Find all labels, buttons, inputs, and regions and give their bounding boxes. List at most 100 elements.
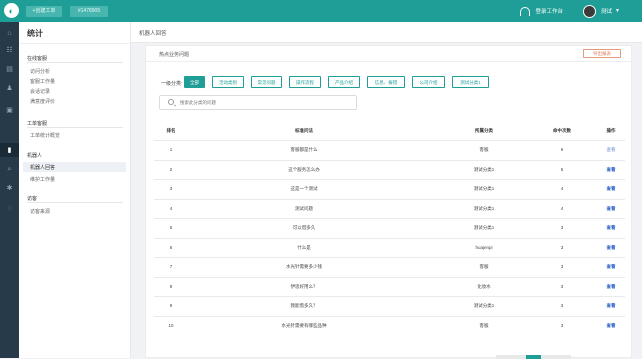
cell-category: 客服 xyxy=(479,264,489,269)
divider xyxy=(27,127,123,128)
sidebar-item-ticket-overview[interactable]: 工单统计概览 xyxy=(30,132,60,139)
sidebar-item-session-records[interactable]: 会话记录 xyxy=(30,88,50,95)
document-icon[interactable]: ▤ xyxy=(5,65,14,74)
cell-question: 我能借多久？ xyxy=(290,303,318,308)
gear-icon[interactable]: ✱ xyxy=(5,184,14,193)
view-button[interactable]: 查看 xyxy=(600,225,622,231)
sidebar-item-visitor-source[interactable]: 访客来源 xyxy=(30,208,50,215)
workbench-link[interactable]: 登录工作台 xyxy=(536,7,564,15)
view-button[interactable]: 查看 xyxy=(600,147,622,153)
avatar[interactable] xyxy=(583,4,597,18)
chip-product[interactable]: 产品介绍 xyxy=(328,76,360,88)
cell-category: huajenpi xyxy=(475,244,493,250)
section-robot: 机器人 xyxy=(27,153,43,159)
cell-category: 测试分类1 xyxy=(473,186,495,191)
cell-rank: 8 xyxy=(169,283,173,289)
cell-category: 测试分类1 xyxy=(473,303,495,308)
view-button[interactable]: 查看 xyxy=(600,245,622,251)
category-filter-label: 一级分类: xyxy=(161,81,183,87)
search-input[interactable] xyxy=(180,100,350,105)
view-button[interactable]: 查看 xyxy=(600,323,622,329)
grid-icon[interactable]: ☷ xyxy=(5,46,14,55)
cell-hits: 4 xyxy=(560,205,564,211)
cell-hits: 3 xyxy=(560,264,564,269)
lock-icon[interactable]: ▣ xyxy=(5,106,14,115)
cell-rank: 2 xyxy=(169,166,173,172)
sidebar-item-visit-analysis[interactable]: 访问分析 xyxy=(30,68,50,75)
header-question: 标准问法 xyxy=(295,128,313,133)
export-report-button[interactable]: 导出报表 xyxy=(583,49,621,58)
cell-rank: 4 xyxy=(169,205,173,211)
cell-hits: 3 xyxy=(560,225,564,230)
user-icon[interactable]: ♟ xyxy=(5,84,14,93)
chart-icon[interactable]: ▮ xyxy=(5,146,14,155)
cell-category: 测试分类1 xyxy=(473,225,495,230)
divider xyxy=(27,202,123,203)
top-bar: ◐ +创建工单 #1478905 登录工作台 测试 ▼ xyxy=(0,0,642,22)
pager-current[interactable] xyxy=(526,355,541,359)
circle-icon[interactable]: ◌ xyxy=(5,204,14,213)
pager-prev[interactable] xyxy=(496,355,526,359)
header-hits: 命中次数 xyxy=(553,128,571,133)
hot-questions-card: 热点业务问题 导出报表 一级分类: 全部 活动类别 常见问题 操作流程 产品介绍… xyxy=(145,45,633,359)
cell-rank: 6 xyxy=(169,244,173,250)
chip-test-category[interactable]: 测试分类1 xyxy=(452,76,489,88)
cell-hits: 6 xyxy=(560,147,564,152)
header-action: 操作 xyxy=(606,128,616,133)
view-button[interactable]: 查看 xyxy=(600,167,622,173)
chip-all[interactable]: 全部 xyxy=(184,76,205,88)
search-icon xyxy=(168,99,174,105)
cell-question: 测试问题 xyxy=(295,205,313,211)
header-rank: 排名 xyxy=(166,128,176,133)
view-button[interactable]: 查看 xyxy=(600,206,622,212)
table-row: 4 测试问题 测试分类1 4 查看 xyxy=(154,198,625,218)
table-row: 7 水光针需要多少钱 客服 3 查看 xyxy=(154,257,625,276)
chip-company[interactable]: 公司介绍 xyxy=(412,76,445,88)
ticket-id-button[interactable]: #1478905 xyxy=(70,6,108,17)
section-ticket-service: 工单客服 xyxy=(27,121,48,127)
cell-rank: 10 xyxy=(168,322,174,328)
table-row: 3 这是一个测试 测试分类1 4 查看 xyxy=(154,179,625,198)
user-name[interactable]: 测试 xyxy=(601,7,612,15)
cell-question: 水光针需要有哪些品种 xyxy=(281,322,327,328)
card-title: 热点业务问题 xyxy=(159,52,190,58)
sidebar-item-agent-workload[interactable]: 客服工作量 xyxy=(30,78,55,85)
view-button[interactable]: 查看 xyxy=(600,186,622,192)
home-icon[interactable]: ⌂ xyxy=(5,29,14,38)
app-logo-icon: ◐ xyxy=(4,3,19,18)
table-row: 8 伊思好用么？ 化妆水 3 查看 xyxy=(154,276,625,296)
chip-process[interactable]: 操作流程 xyxy=(289,76,321,88)
headset-icon[interactable] xyxy=(519,6,530,16)
cell-rank: 9 xyxy=(169,303,173,308)
cell-category: 化妆水 xyxy=(477,283,491,289)
view-button[interactable]: 查看 xyxy=(600,284,622,290)
cell-hits: 3 xyxy=(560,244,564,250)
cell-question: 客服都是什么 xyxy=(290,147,318,152)
stats-sidebar: 统计 在线客服 访问分析 客服工作量 会话记录 满意度评价 工单客服 工单统计概… xyxy=(19,22,131,358)
sidebar-title: 统计 xyxy=(27,29,43,38)
cell-question: 这是一个测试 xyxy=(290,186,318,191)
chip-faq[interactable]: 常见问题 xyxy=(251,76,282,88)
cell-hits: 5 xyxy=(560,166,564,172)
table-row: 1 客服都是什么 客服 6 查看 xyxy=(154,140,625,159)
chip-info-errors[interactable]: 信息、报错 xyxy=(367,76,405,88)
create-ticket-button[interactable]: +创建工单 xyxy=(26,6,62,17)
cell-hits: 3 xyxy=(560,303,564,308)
cell-category: 测试分类1 xyxy=(473,166,495,172)
cell-question: 什么是 xyxy=(297,244,311,250)
cell-rank: 5 xyxy=(169,225,173,230)
view-button[interactable]: 查看 xyxy=(600,303,622,309)
search-icon[interactable]: ⌕ xyxy=(5,165,14,174)
sidebar-item-maintenance-workload[interactable]: 维护工作量 xyxy=(30,176,55,183)
question-search[interactable] xyxy=(159,95,357,110)
table-row: 6 什么是 huajenpi 3 查看 xyxy=(154,237,625,257)
cell-category: 客服 xyxy=(479,147,489,152)
view-button[interactable]: 查看 xyxy=(600,264,622,270)
cell-category: 测试分类1 xyxy=(473,205,495,211)
breadcrumb: 机器人回答 xyxy=(139,31,167,37)
pager-next[interactable] xyxy=(541,355,571,359)
chevron-down-icon[interactable]: ▼ xyxy=(615,8,620,14)
sidebar-item-robot-answers[interactable]: 机器人回答 xyxy=(30,164,55,171)
chip-activity[interactable]: 活动类别 xyxy=(212,76,244,88)
sidebar-item-satisfaction[interactable]: 满意度评价 xyxy=(30,98,55,105)
